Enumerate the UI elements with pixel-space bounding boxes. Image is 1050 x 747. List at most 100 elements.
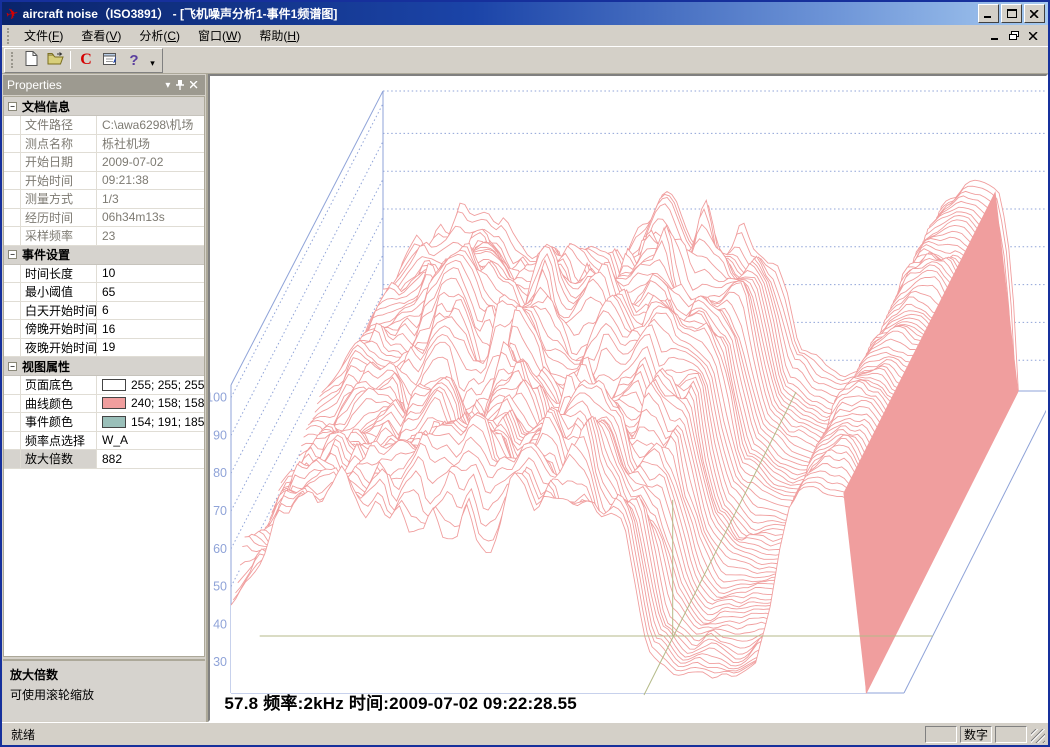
property-value[interactable]: 65 xyxy=(97,285,204,299)
property-value[interactable]: 10 xyxy=(97,266,204,280)
panel-close-icon[interactable] xyxy=(187,81,201,89)
property-row[interactable]: 采样频率23 xyxy=(4,227,204,246)
row-gutter xyxy=(4,227,21,245)
calibrate-button[interactable]: C xyxy=(74,49,98,71)
property-value[interactable]: 栎社机场 xyxy=(97,135,204,152)
property-value[interactable]: 09:21:38 xyxy=(97,173,204,187)
property-row[interactable]: 最小阈值 65 xyxy=(4,283,204,302)
menu-item-F[interactable]: 文件(F) xyxy=(15,26,72,46)
property-value[interactable]: 154; 191; 185 xyxy=(97,415,204,429)
waterfall-chart-canvas[interactable]: 10090807060504030 xyxy=(210,76,1046,720)
row-gutter xyxy=(4,450,21,468)
mdi-close-button[interactable] xyxy=(1029,32,1038,40)
row-gutter xyxy=(4,116,21,134)
property-description-title: 放大倍数 xyxy=(10,666,198,683)
properties-panel-titlebar: Properties ▾ xyxy=(3,75,205,95)
property-row[interactable]: 页面底色 255; 255; 255 xyxy=(4,376,204,395)
property-row[interactable]: 文件路径C:\awa6298\机场 xyxy=(4,116,204,135)
property-row[interactable]: 开始时间09:21:38 xyxy=(4,172,204,191)
property-row[interactable]: 频率点选择W_A xyxy=(4,432,204,451)
property-row[interactable]: 放大倍数882 xyxy=(4,450,204,469)
property-row[interactable]: 时间长度10 xyxy=(4,265,204,284)
properties-panel: Properties ▾ −文档信息文件路径C:\awa6298\机场测点名称栎… xyxy=(2,74,208,722)
y-axis-tick-label: 40 xyxy=(214,617,228,631)
property-section-header[interactable]: −文档信息 xyxy=(4,97,204,116)
mdi-restore-button[interactable] xyxy=(1009,31,1019,40)
property-value-text: 255; 255; 255 xyxy=(131,378,204,392)
app-window: ✈ aircraft noise（ISO3891） - [飞机噪声分析1-事件1… xyxy=(0,0,1050,747)
property-value-text: 65 xyxy=(102,285,115,299)
property-value[interactable]: 882 xyxy=(97,452,204,466)
row-gutter xyxy=(4,376,21,394)
section-header-label: 文档信息 xyxy=(22,98,70,115)
color-swatch[interactable] xyxy=(102,416,126,428)
properties-button[interactable] xyxy=(98,49,122,71)
maximize-button[interactable] xyxy=(1001,4,1022,23)
toolbar-separator xyxy=(70,51,71,69)
panel-menu-arrow-icon[interactable]: ▾ xyxy=(162,80,173,91)
menu-item-W[interactable]: 窗口(W) xyxy=(189,26,250,46)
property-label: 频率点选择 xyxy=(21,432,97,450)
y-axis-tick-label: 70 xyxy=(214,504,228,518)
property-label: 页面底色 xyxy=(21,376,97,394)
mdi-minimize-button[interactable] xyxy=(991,32,999,40)
property-value-text: 06h34m13s xyxy=(102,210,165,224)
property-row[interactable]: 白天开始时间6 xyxy=(4,302,204,321)
property-row[interactable]: 测量方式1/3 xyxy=(4,190,204,209)
property-row[interactable]: 夜晚开始时间19 xyxy=(4,339,204,358)
menubar-grip-handle[interactable] xyxy=(7,28,12,44)
toolbar: C? ▾ xyxy=(2,47,1048,74)
color-swatch[interactable] xyxy=(102,397,126,409)
property-value-text: 23 xyxy=(102,229,115,243)
close-button[interactable] xyxy=(1024,4,1045,23)
menu-item-V[interactable]: 查看(V) xyxy=(72,26,130,46)
property-row[interactable]: 傍晚开始时间16 xyxy=(4,320,204,339)
minimize-button[interactable] xyxy=(978,4,999,23)
property-value[interactable]: W_A xyxy=(97,433,204,447)
property-label: 最小阈值 xyxy=(21,283,97,301)
property-label: 开始日期 xyxy=(21,153,97,171)
property-value[interactable]: C:\awa6298\机场 xyxy=(97,116,204,133)
toolbar-grip-handle[interactable] xyxy=(11,52,16,68)
property-section-header[interactable]: −事件设置 xyxy=(4,246,204,265)
toolbar-overflow-button[interactable]: ▾ xyxy=(146,49,159,71)
property-row[interactable]: 曲线颜色240; 158; 158 xyxy=(4,395,204,414)
property-value[interactable]: 16 xyxy=(97,322,204,336)
property-value[interactable]: 06h34m13s xyxy=(97,210,204,224)
open-file-button[interactable] xyxy=(43,49,67,71)
collapse-icon[interactable]: − xyxy=(8,362,17,371)
property-value[interactable]: 240; 158; 158 xyxy=(97,396,204,410)
row-gutter xyxy=(4,395,21,413)
property-value[interactable]: 2009-07-02 xyxy=(97,155,204,169)
resize-grip[interactable] xyxy=(1031,729,1045,743)
property-value[interactable]: 19 xyxy=(97,340,204,354)
property-row[interactable]: 事件颜色154; 191; 185 xyxy=(4,413,204,432)
collapse-icon[interactable]: − xyxy=(8,102,17,111)
property-value-text: 栎社机场 xyxy=(102,135,150,152)
property-label: 时间长度 xyxy=(21,265,97,283)
pin-icon[interactable] xyxy=(173,80,187,90)
help-button[interactable]: ? xyxy=(122,49,146,71)
row-gutter xyxy=(4,135,21,153)
property-description-box: 放大倍数 可使用滚轮缩放 xyxy=(3,659,205,721)
property-section-header[interactable]: −视图属性 xyxy=(4,357,204,376)
property-row[interactable]: 开始日期2009-07-02 xyxy=(4,153,204,172)
property-row[interactable]: 经历时间06h34m13s xyxy=(4,209,204,228)
row-gutter xyxy=(4,172,21,190)
property-value-text: 1/3 xyxy=(102,192,119,206)
color-swatch[interactable] xyxy=(102,379,126,391)
property-row[interactable]: 测点名称栎社机场 xyxy=(4,135,204,154)
collapse-icon[interactable]: − xyxy=(8,250,17,259)
status-cell-3 xyxy=(995,726,1027,743)
property-value[interactable]: 6 xyxy=(97,303,204,317)
y-axis-tick-label: 80 xyxy=(214,466,228,480)
property-value[interactable]: 255; 255; 255 xyxy=(97,378,204,392)
spectrum-chart-pane[interactable]: 10090807060504030 57.8 频率:2kHz 时间:2009-0… xyxy=(208,74,1048,722)
menu-item-C[interactable]: 分析(C) xyxy=(130,26,189,46)
properties-panel-title: Properties xyxy=(7,78,162,92)
new-document-button[interactable] xyxy=(19,49,43,71)
property-value[interactable]: 23 xyxy=(97,229,204,243)
property-value[interactable]: 1/3 xyxy=(97,192,204,206)
status-ready-text: 就绪 xyxy=(5,726,922,743)
menu-item-H[interactable]: 帮助(H) xyxy=(250,26,309,46)
